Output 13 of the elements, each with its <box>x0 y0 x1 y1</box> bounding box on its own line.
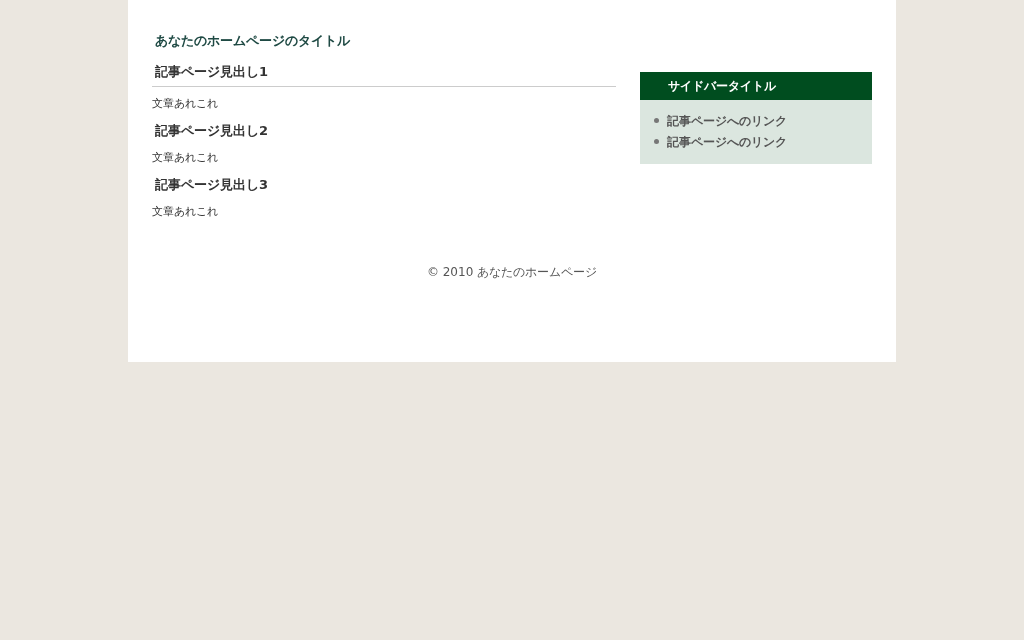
sidebar-link[interactable]: 記事ページへのリンク <box>667 111 787 130</box>
article-heading: 記事ページ見出し1 <box>152 62 616 87</box>
article-text: 文章あれこれ <box>152 205 219 219</box>
site-title[interactable]: あなたのホームページのタイトル <box>155 32 872 50</box>
article-text: 文章あれこれ <box>152 151 219 165</box>
bullet-icon <box>654 118 659 123</box>
article-text: 文章あれこれ <box>152 97 219 111</box>
article-heading: 記事ページ見出し3 <box>154 176 270 194</box>
footer-text: © 2010 あなたのホームページ <box>425 264 599 281</box>
bullet-icon <box>654 139 659 144</box>
article-heading: 記事ページ見出し2 <box>154 122 270 140</box>
sidebar-title: サイドバータイトル <box>640 72 872 100</box>
sidebar-link[interactable]: 記事ページへのリンク <box>667 132 787 151</box>
